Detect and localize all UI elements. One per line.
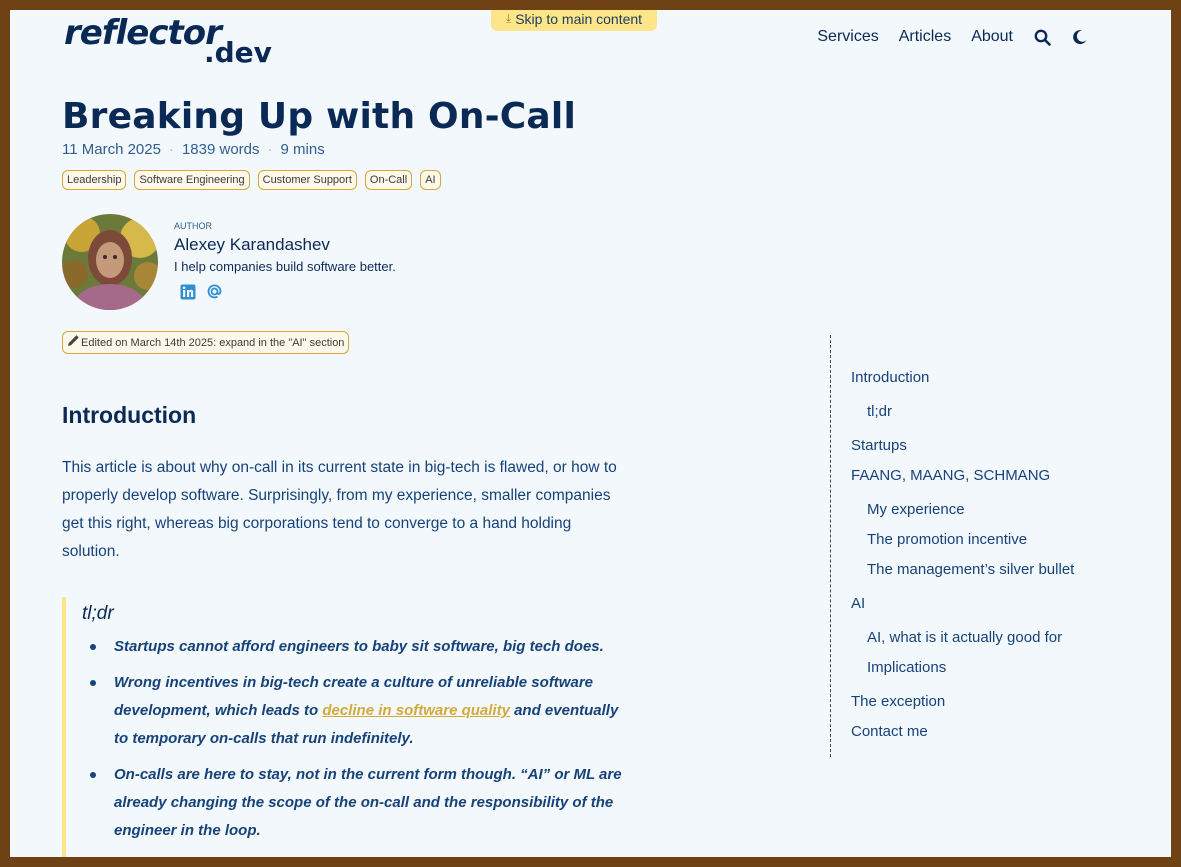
software-quality-decline-link[interactable]: decline in software quality [322, 702, 510, 719]
nav-services[interactable]: Services [817, 28, 878, 46]
list-item: Wrong incentives in big-tech create a cu… [82, 669, 632, 753]
tag-on-call[interactable]: On-Call [364, 170, 413, 190]
toc-faang[interactable]: FAANG, MAANG, SCHMANG [851, 467, 1050, 484]
svg-text:reflector: reflector [64, 14, 224, 53]
author-bio: I help companies build software better. [174, 259, 396, 274]
article-title: Breaking Up with On-Call [62, 96, 576, 137]
linkedin-icon[interactable] [179, 283, 196, 300]
list-item-text: On-calls are here to stay, not in the cu… [114, 766, 622, 839]
toc-silver-bullet[interactable]: The management’s silver bullet [867, 561, 1074, 578]
svg-text:.dev: .dev [204, 36, 272, 64]
intro-paragraph: This article is about why on-call in its… [62, 459, 617, 560]
read-time: 9 mins [280, 141, 325, 158]
tldr-list: Startups cannot afford engineers to baby… [82, 633, 632, 845]
toc-promotion-incentive[interactable]: The promotion incentive [867, 531, 1027, 548]
tag-ai[interactable]: AI [420, 170, 441, 190]
email-at-icon[interactable] [206, 283, 223, 300]
main-nav: Services Articles About [817, 28, 1089, 46]
meta-separator: · [267, 141, 273, 158]
publish-date: 11 March 2025 [62, 141, 161, 158]
nav-about[interactable]: About [971, 28, 1013, 46]
pencil-icon [67, 334, 80, 351]
toc-exception[interactable]: The exception [851, 693, 945, 710]
site-logo[interactable]: reflector .dev [64, 14, 274, 64]
author-name: Alexey Karandashev [174, 235, 330, 254]
search-icon[interactable] [1033, 28, 1051, 46]
list-item: Startups cannot afford engineers to baby… [82, 633, 632, 661]
dark-mode-moon-icon[interactable] [1071, 28, 1089, 46]
toc-implications[interactable]: Implications [867, 659, 946, 676]
tag-software-engineering[interactable]: Software Engineering [134, 170, 250, 190]
tag-list: Leadership Software Engineering Customer… [62, 170, 441, 190]
skip-to-content-link[interactable]: ⤓ Skip to main content [491, 10, 657, 31]
toc-ai[interactable]: AI [851, 595, 865, 612]
section-heading-introduction: Introduction [62, 402, 197, 428]
article-meta: 11 March 2025 · 1839 words · 9 mins [62, 141, 325, 158]
author-avatar [62, 214, 158, 310]
toc-startups[interactable]: Startups [851, 437, 907, 454]
toc-tldr[interactable]: tl;dr [867, 403, 892, 420]
list-item-text: Startups cannot afford engineers to baby… [114, 638, 604, 655]
toc-my-experience[interactable]: My experience [867, 501, 965, 518]
edit-notice-text: Edited on March 14th 2025: expand in the… [81, 336, 345, 349]
toc-ai-good-for[interactable]: AI, what is it actually good for [867, 629, 1062, 646]
author-label: AUTHOR [174, 221, 212, 231]
toc-introduction[interactable]: Introduction [851, 369, 929, 386]
tag-leadership[interactable]: Leadership [62, 170, 127, 190]
tldr-heading: tl;dr [82, 603, 114, 624]
edit-notice: Edited on March 14th 2025: expand in the… [62, 331, 350, 354]
tag-customer-support[interactable]: Customer Support [257, 170, 357, 190]
page: ⤓ Skip to main content reflector .dev Se… [10, 10, 1171, 857]
meta-separator: · [168, 141, 174, 158]
word-count: 1839 words [181, 141, 260, 158]
tldr-blockquote: tl;dr Startups cannot afford engineers t… [62, 597, 632, 857]
toc-contact-me[interactable]: Contact me [851, 723, 928, 740]
list-item: On-calls are here to stay, not in the cu… [82, 761, 632, 845]
table-of-contents: Introduction tl;dr Startups FAANG, MAANG… [830, 335, 1120, 757]
nav-articles[interactable]: Articles [899, 28, 951, 46]
author-socials [179, 283, 223, 300]
arrow-down-icon: ⤓ [505, 11, 512, 25]
skip-link-label: Skip to main content [515, 10, 643, 27]
